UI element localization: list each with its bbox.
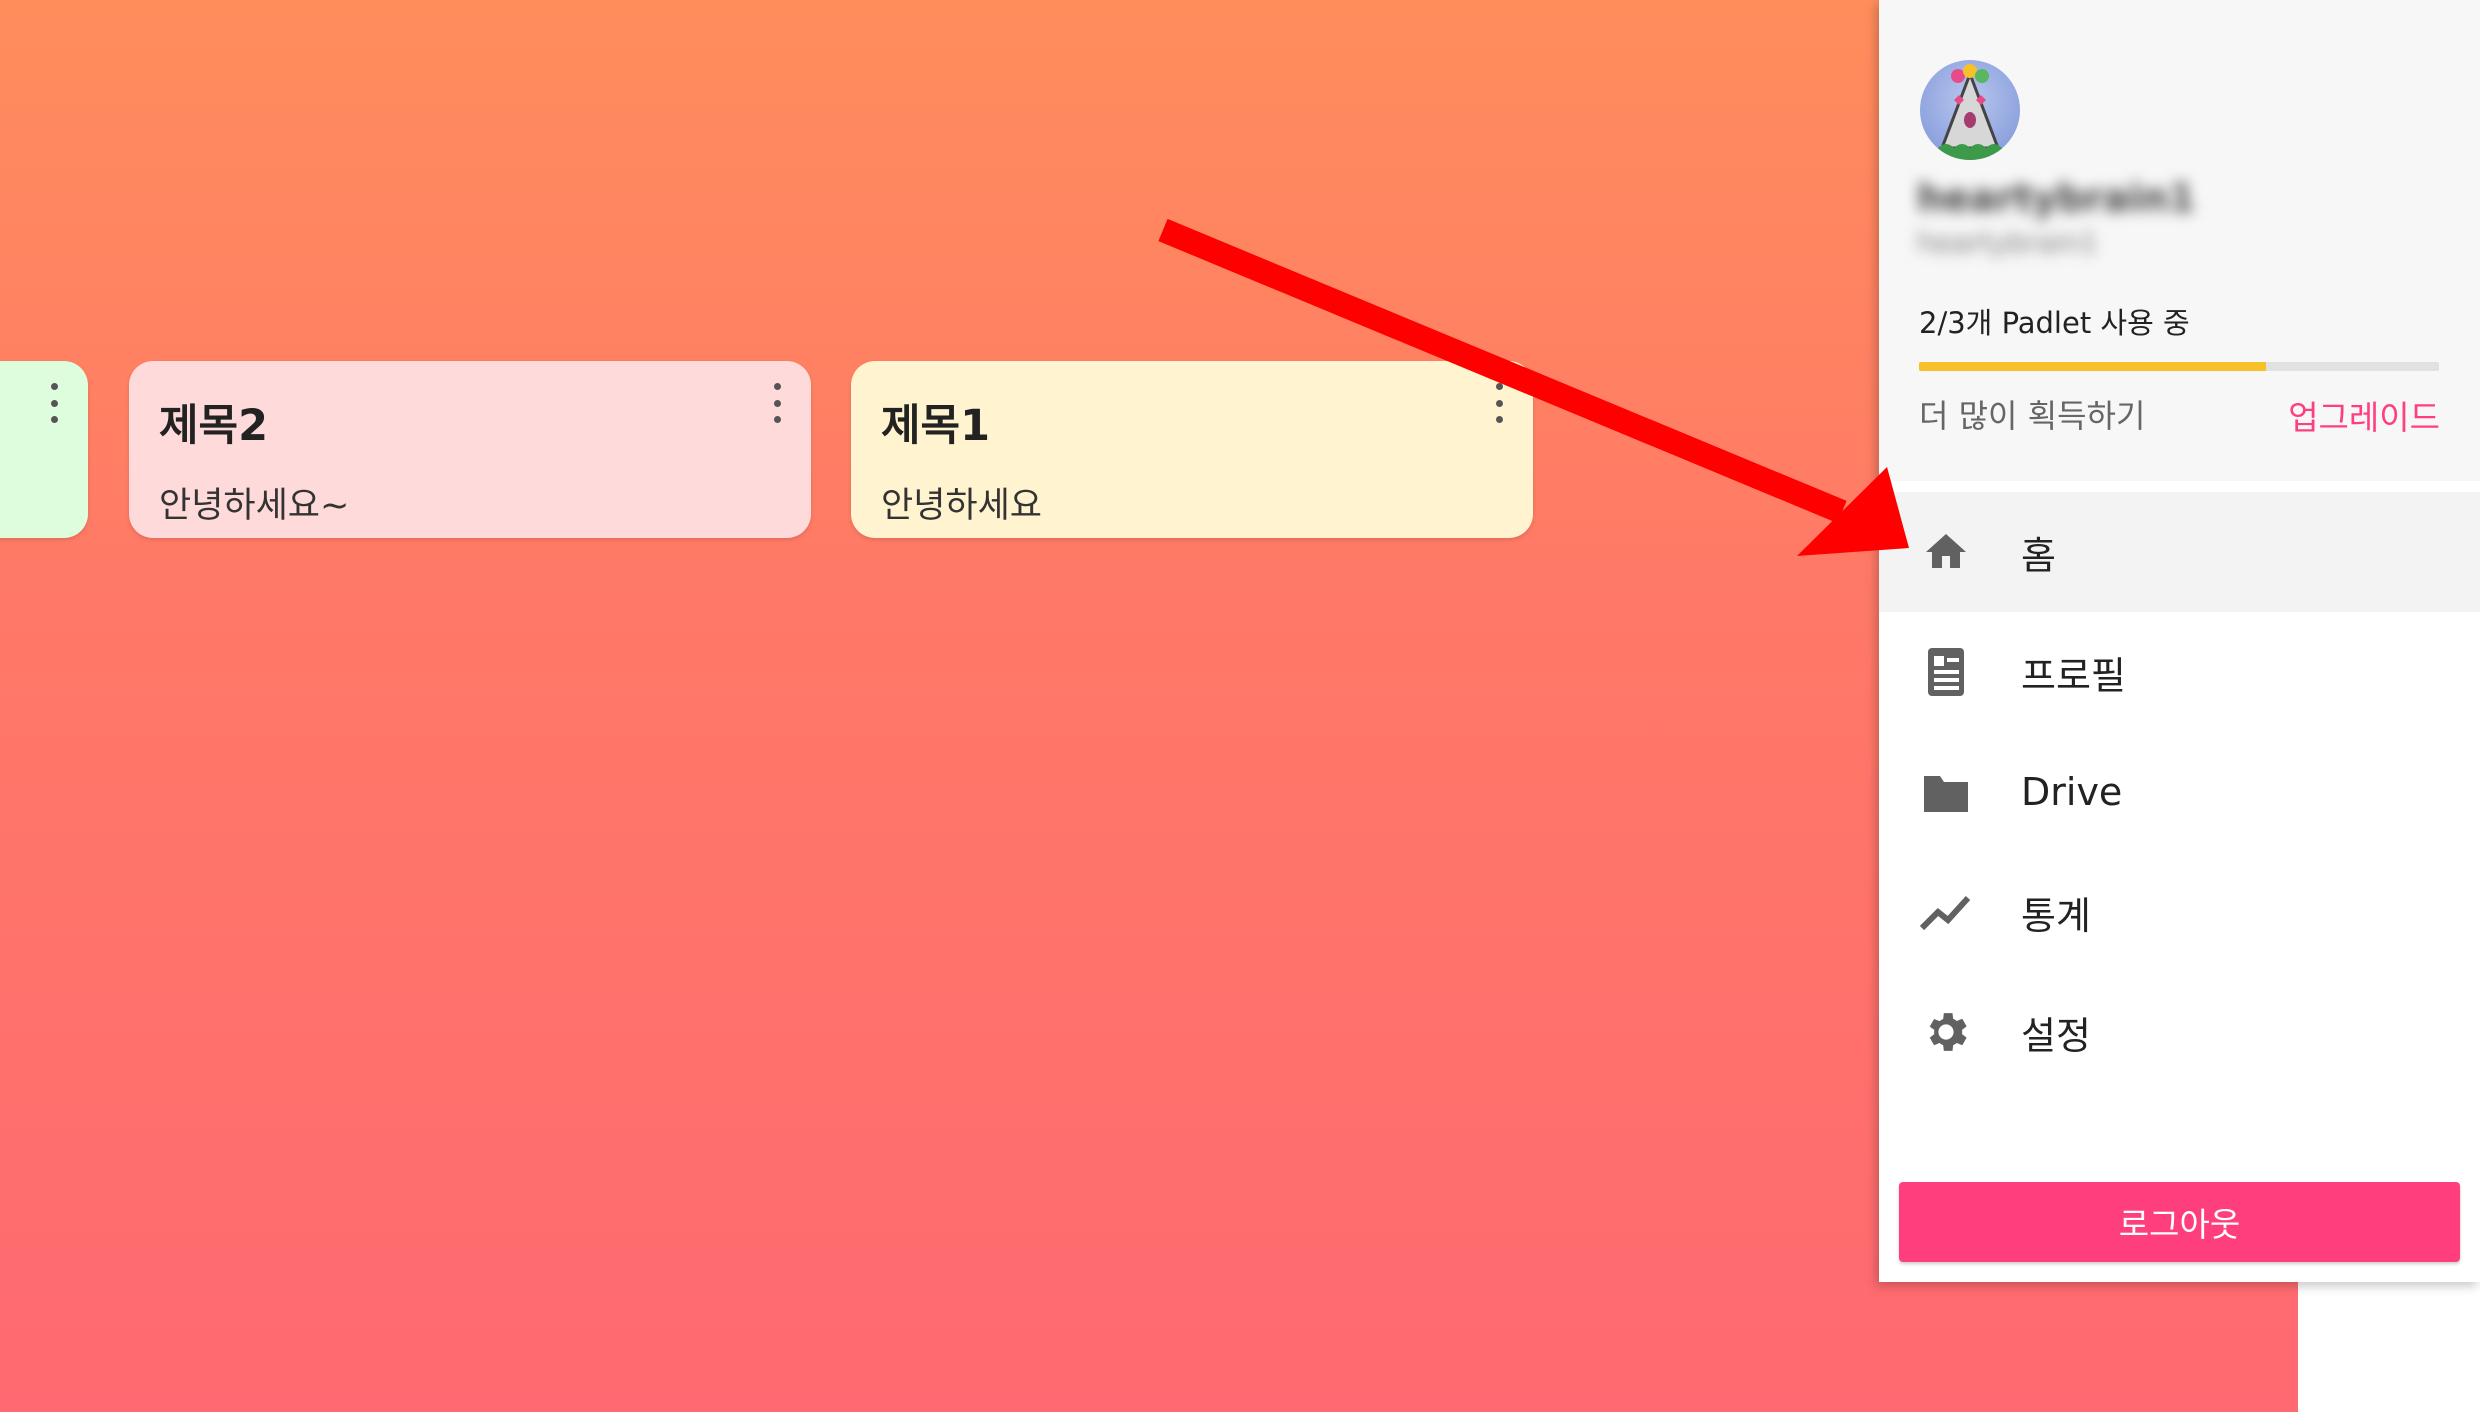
account-header: heartybrain1 heartybrain1 2/3개 Padlet 사용… (1879, 0, 2480, 481)
post-title: 제목1 (881, 401, 991, 451)
post-card[interactable] (0, 361, 88, 538)
trending-icon (1919, 885, 1973, 939)
post-card[interactable]: 제목1 안녕하세요 (851, 361, 1533, 538)
more-options-icon[interactable] (765, 383, 789, 423)
post-body: 안녕하세요~ (159, 486, 350, 526)
home-icon (1919, 525, 1973, 579)
menu-item-profile[interactable]: 프로필 (1879, 612, 2480, 732)
menu-item-label: 프로필 (2021, 653, 2126, 698)
more-options-icon[interactable] (1487, 383, 1511, 423)
menu-item-label: 홈 (2021, 533, 2056, 578)
post-body: 안녕하세요 (881, 486, 1043, 526)
get-more-label: 더 많이 획득하기 (1919, 397, 2146, 435)
menu-item-label: 통계 (2021, 893, 2091, 938)
profile-card-icon (1919, 645, 1973, 699)
avatar[interactable] (1920, 60, 2020, 160)
post-card[interactable]: 제목2 안녕하세요~ (129, 361, 811, 538)
usage-progress-fill (1919, 362, 2266, 371)
menu-item-label: Drive (2021, 770, 2123, 814)
usage-progress-bar (1919, 362, 2439, 371)
more-options-icon[interactable] (42, 383, 66, 423)
menu-item-settings[interactable]: 설정 (1879, 972, 2480, 1092)
post-title: 제목2 (159, 401, 269, 451)
menu-item-drive[interactable]: Drive (1879, 732, 2480, 852)
menu-item-label: 설정 (2021, 1013, 2091, 1058)
menu-item-home[interactable]: 홈 (1879, 492, 2480, 612)
user-handle: heartybrain1 (1917, 226, 2098, 259)
upgrade-link[interactable]: 업그레이드 (2288, 391, 2440, 439)
gear-icon (1919, 1005, 1973, 1059)
menu-item-stats[interactable]: 통계 (1879, 852, 2480, 972)
folder-icon (1919, 765, 1973, 819)
username: heartybrain1 (1917, 176, 2196, 220)
account-menu-panel: heartybrain1 heartybrain1 2/3개 Padlet 사용… (1879, 0, 2480, 1282)
logout-button[interactable]: 로그아웃 (1899, 1182, 2460, 1262)
usage-text: 2/3개 Padlet 사용 중 (1919, 306, 2190, 340)
